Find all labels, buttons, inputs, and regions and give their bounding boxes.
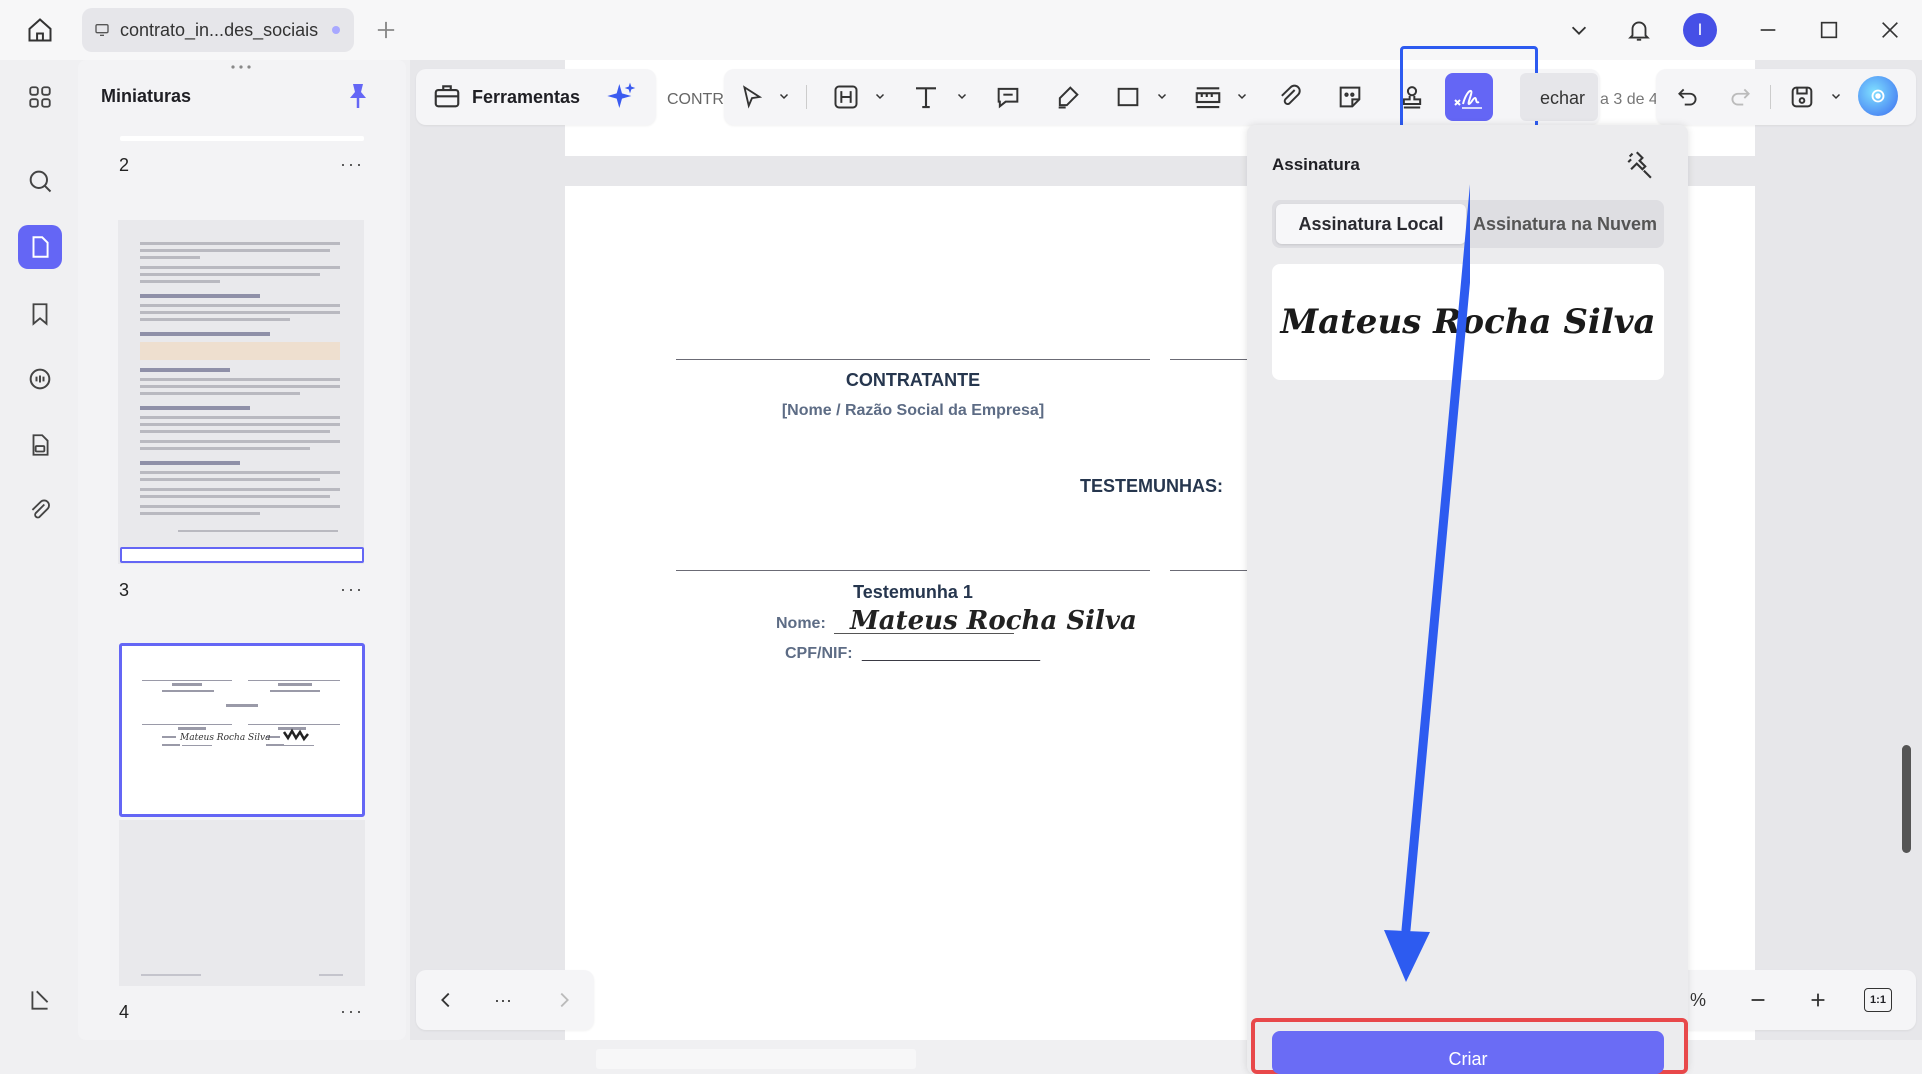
actual-size-button[interactable]: 1:1 — [1864, 988, 1892, 1012]
bookmark-icon[interactable] — [18, 292, 62, 336]
tools-icon[interactable] — [432, 80, 462, 110]
cpf-label: CPF/NIF: — [785, 645, 853, 662]
witness1-title: Testemunha 1 — [853, 582, 973, 602]
pin-icon[interactable] — [346, 82, 370, 110]
document-tab[interactable]: contrato_in...des_sociais — [82, 8, 354, 52]
home-icon[interactable] — [22, 12, 58, 48]
page-nav-more[interactable]: ··· — [494, 990, 512, 1011]
toolbar-divider — [806, 85, 807, 109]
signature-pen-icon — [1454, 89, 1482, 109]
toolbar-divider — [1770, 85, 1771, 109]
document-form-icon[interactable] — [18, 423, 62, 467]
contratante-signature-line — [676, 359, 1150, 360]
svg-text:Mateus Rocha Silva: Mateus Rocha Silva — [179, 733, 270, 743]
contratante-title: CONTRATANTE — [845, 370, 981, 390]
unsaved-dot — [332, 26, 340, 34]
chevron-down-icon[interactable] — [956, 90, 968, 102]
thumbnail-more-button[interactable]: ··· — [340, 579, 364, 600]
paperclip-icon[interactable] — [1270, 77, 1310, 117]
comment-icon[interactable] — [18, 357, 62, 401]
chevron-down-icon[interactable] — [1830, 90, 1842, 102]
user-avatar[interactable]: I — [1683, 13, 1717, 47]
cpf-blank: ____________________ — [862, 645, 1040, 662]
signature-tool-button[interactable] — [1445, 73, 1493, 121]
thumbnail-more-button[interactable]: ··· — [340, 1001, 364, 1022]
attachment-icon[interactable] — [18, 489, 62, 533]
text-tool-icon[interactable] — [906, 77, 946, 117]
redo-icon[interactable] — [1720, 77, 1760, 117]
heading-icon[interactable] — [826, 77, 866, 117]
maximize-icon[interactable] — [1813, 14, 1845, 46]
thumbnail-label: 3 — [119, 580, 130, 600]
layers-icon[interactable] — [18, 978, 62, 1022]
vertical-scrollbar[interactable] — [1902, 745, 1911, 853]
sticker-icon[interactable] — [1330, 77, 1370, 117]
rectangle-shape-icon[interactable] — [1108, 77, 1148, 117]
grid-apps-icon[interactable] — [18, 75, 62, 119]
contratada-signature-line — [1170, 359, 1250, 360]
select-pointer-icon[interactable] — [732, 77, 772, 117]
thumbnail-page-4-selected[interactable]: Mateus Rocha Silva — [119, 643, 365, 817]
monitor-icon — [94, 22, 110, 38]
nome-label: Nome: — [776, 615, 826, 632]
witness1-signature-line — [676, 570, 1150, 571]
thumbnail-page-3-footer — [120, 547, 364, 563]
undo-icon[interactable] — [1668, 77, 1708, 117]
tab-title: contrato_in...des_sociais — [120, 19, 319, 40]
close-edit-label: echar — [1540, 88, 1586, 108]
save-icon[interactable] — [1782, 77, 1822, 117]
horizontal-scrollbar[interactable] — [596, 1049, 916, 1069]
next-page-icon[interactable] — [544, 980, 584, 1020]
new-tab-plus-icon[interactable] — [372, 16, 400, 44]
ai-assistant-icon[interactable] — [1858, 76, 1898, 116]
witness2-signature-line — [1170, 570, 1250, 571]
document-name-partial: CONTR — [667, 91, 724, 108]
thumbnails-page-icon[interactable] — [18, 225, 62, 269]
thumbnails-title: Miniaturas — [101, 86, 192, 106]
thumbnail-top-edge — [120, 136, 364, 141]
thumbnail-more-button[interactable]: ··· — [340, 154, 364, 175]
create-signature-button[interactable]: Criar — [1272, 1031, 1664, 1074]
page-counter-partial: a 3 de 4 — [1600, 91, 1658, 108]
prev-page-icon[interactable] — [426, 980, 466, 1020]
panel-drag-handle[interactable] — [228, 64, 254, 70]
placed-signature[interactable]: Mateus Rocha Silva — [850, 606, 1137, 636]
chevron-down-icon[interactable] — [874, 90, 886, 102]
signature-panel-title: Assinatura — [1272, 155, 1360, 174]
arrow-annotation — [1380, 160, 1470, 990]
search-icon[interactable] — [18, 159, 62, 203]
close-window-icon[interactable] — [1874, 14, 1906, 46]
chevron-down-icon[interactable] — [1156, 90, 1168, 102]
zoom-in-icon[interactable] — [1798, 980, 1838, 1020]
highlighter-icon[interactable] — [1048, 77, 1088, 117]
chevron-down-icon[interactable] — [1236, 90, 1248, 102]
tab-list-chevron-icon[interactable] — [1563, 14, 1595, 46]
thumbnail-label: 4 — [119, 1002, 130, 1022]
tab-cloud-signature[interactable]: Assinatura na Nuvem — [1470, 204, 1660, 244]
tools-label[interactable]: Ferramentas — [472, 87, 580, 108]
zoom-percent-partial[interactable]: % — [1690, 990, 1706, 1011]
thumbnail-page-4-lower — [119, 820, 365, 986]
testemunhas-heading: TESTEMUNHAS: — [1080, 476, 1223, 496]
panel-pin-icon[interactable] — [1624, 148, 1658, 182]
ai-sparkle-icon[interactable] — [606, 80, 638, 112]
create-button-label: Criar — [1448, 1049, 1488, 1069]
chevron-down-icon[interactable] — [778, 90, 790, 102]
thumbnail-label: 2 — [119, 155, 130, 175]
measure-ruler-icon[interactable] — [1188, 77, 1228, 117]
left-rail — [0, 60, 78, 1040]
actual-size-label: 1:1 — [1870, 994, 1886, 1006]
comment-bubble-icon[interactable] — [988, 77, 1028, 117]
contratante-subtitle: [Nome / Razão Social da Empresa] — [781, 402, 1045, 419]
bell-icon[interactable] — [1623, 14, 1655, 46]
minimize-icon[interactable] — [1752, 14, 1784, 46]
thumbnail-page-3[interactable] — [118, 220, 364, 564]
zoom-out-icon[interactable] — [1738, 980, 1778, 1020]
